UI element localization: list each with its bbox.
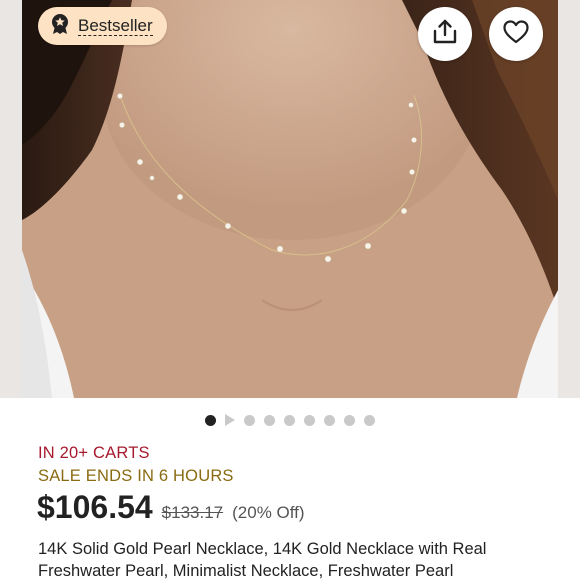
original-price: $133.17 bbox=[161, 503, 224, 522]
carousel-dot-active[interactable] bbox=[205, 414, 216, 426]
award-ribbon-icon bbox=[50, 13, 70, 40]
image-backdrop-right bbox=[558, 0, 580, 398]
sale-ends-status: SALE ENDS IN 6 HOURS bbox=[38, 467, 234, 485]
carousel-dot[interactable] bbox=[264, 414, 275, 426]
bestseller-label: Bestseller bbox=[78, 15, 153, 36]
carousel-dot[interactable] bbox=[324, 414, 335, 426]
favorite-button[interactable] bbox=[489, 7, 543, 61]
necklace-photo-illustration bbox=[22, 0, 558, 398]
video-play-indicator[interactable] bbox=[225, 414, 235, 426]
carousel-indicators bbox=[0, 414, 580, 426]
heart-icon bbox=[502, 19, 530, 50]
price-row: $106.54 $133.17 (20% Off) bbox=[37, 489, 305, 526]
product-photo[interactable] bbox=[22, 0, 558, 398]
carousel-dot[interactable] bbox=[284, 414, 295, 426]
share-button[interactable] bbox=[418, 7, 472, 61]
share-icon bbox=[431, 18, 459, 51]
current-price: $106.54 bbox=[37, 489, 153, 525]
carousel-dot[interactable] bbox=[304, 414, 315, 426]
carousel-dot[interactable] bbox=[364, 414, 375, 426]
listing-title: 14K Solid Gold Pearl Necklace, 14K Gold … bbox=[38, 540, 487, 580]
image-backdrop-left bbox=[0, 0, 22, 398]
discount-label: (20% Off) bbox=[232, 503, 305, 522]
carousel-dot[interactable] bbox=[244, 414, 255, 426]
bestseller-badge[interactable]: Bestseller bbox=[38, 7, 167, 45]
carousel-dot[interactable] bbox=[344, 414, 355, 426]
in-carts-status: IN 20+ CARTS bbox=[38, 444, 150, 462]
